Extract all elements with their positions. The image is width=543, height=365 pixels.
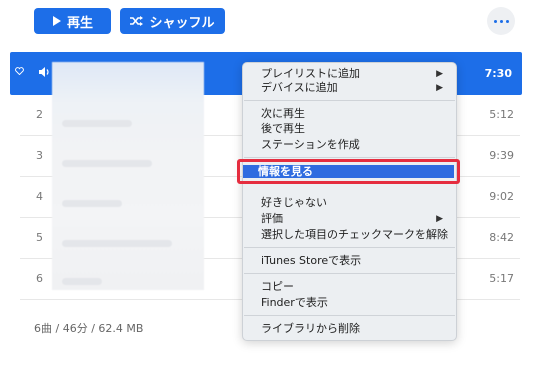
menu-item-get-info[interactable]: 情報を見る — [243, 165, 454, 178]
more-dot — [505, 19, 509, 23]
menu-item-label: 好きじゃない — [261, 196, 327, 209]
play-icon — [52, 16, 61, 26]
annotation-highlight-box: 情報を見る — [237, 159, 460, 184]
menu-item-show-in-itunes-store[interactable]: iTunes Storeで表示 — [261, 254, 446, 268]
shuffle-button[interactable]: シャッフル — [120, 8, 225, 34]
menu-item-rating[interactable]: 評価 ▶ — [261, 212, 446, 226]
play-button[interactable]: 再生 — [34, 8, 111, 34]
track-number: 3 — [36, 149, 43, 162]
menu-item-label: コピー — [261, 280, 294, 293]
submenu-arrow-icon: ▶ — [436, 69, 443, 79]
play-label: 再生 — [66, 15, 93, 31]
menu-item-label: 次に再生 — [261, 107, 305, 120]
track-duration: 8:42 — [489, 231, 514, 244]
menu-item-label: 後で再生 — [261, 122, 305, 135]
library-summary: 6曲 / 46分 / 62.4 MB — [34, 322, 144, 335]
track-number: 2 — [36, 108, 43, 121]
menu-item-delete-from-library[interactable]: ライブラリから削除 — [261, 322, 446, 336]
menu-item-label: ステーションを作成 — [261, 138, 360, 151]
menu-item-label: Finderで表示 — [261, 296, 328, 309]
menu-separator — [244, 315, 455, 316]
shuffle-icon — [130, 16, 144, 26]
track-duration: 9:39 — [489, 149, 514, 162]
menu-item-show-in-finder[interactable]: Finderで表示 — [261, 296, 446, 310]
submenu-arrow-icon: ▶ — [436, 83, 443, 93]
menu-separator — [244, 100, 455, 101]
menu-separator — [244, 157, 455, 158]
track-duration: 9:02 — [489, 190, 514, 203]
menu-item-label: 情報を見る — [258, 165, 313, 178]
menu-separator — [244, 273, 455, 274]
shuffle-label: シャッフル — [149, 15, 215, 31]
menu-item-label: 評価 — [261, 212, 283, 225]
menu-item-copy[interactable]: コピー — [261, 280, 446, 294]
submenu-arrow-icon: ▶ — [436, 214, 443, 224]
context-menu: プレイリストに追加 ▶ デバイスに追加 ▶ 次に再生 後で再生 ステーションを作… — [242, 62, 457, 341]
menu-item-uncheck-selection[interactable]: 選択した項目のチェックマークを解除 — [261, 228, 448, 242]
track-number: 6 — [36, 272, 43, 285]
track-duration: 5:17 — [489, 272, 514, 285]
menu-separator — [244, 247, 455, 248]
redacted-title-area — [52, 62, 204, 290]
track-number: 4 — [36, 190, 43, 203]
heart-icon[interactable] — [15, 67, 24, 75]
speaker-icon — [39, 67, 49, 77]
menu-item-play-next[interactable]: 次に再生 — [261, 107, 446, 121]
menu-item-label: 選択した項目のチェックマークを解除 — [261, 228, 448, 241]
menu-item-label: プレイリストに追加 — [261, 67, 360, 80]
menu-item-add-to-device[interactable]: デバイスに追加 ▶ — [261, 81, 446, 95]
menu-item-label: ライブラリから削除 — [261, 322, 360, 335]
menu-item-dislike[interactable]: 好きじゃない — [261, 196, 446, 210]
more-dot — [493, 19, 497, 23]
menu-item-label: デバイスに追加 — [261, 81, 338, 94]
menu-item-add-to-playlist[interactable]: プレイリストに追加 ▶ — [261, 67, 446, 81]
track-duration: 7:30 — [484, 67, 512, 80]
menu-item-play-later[interactable]: 後で再生 — [261, 122, 446, 136]
menu-item-create-station[interactable]: ステーションを作成 — [261, 138, 446, 152]
more-options-button[interactable] — [487, 7, 515, 35]
track-number: 5 — [36, 231, 43, 244]
track-duration: 5:12 — [489, 108, 514, 121]
menu-item-label: iTunes Storeで表示 — [261, 254, 362, 267]
more-dot — [499, 19, 503, 23]
